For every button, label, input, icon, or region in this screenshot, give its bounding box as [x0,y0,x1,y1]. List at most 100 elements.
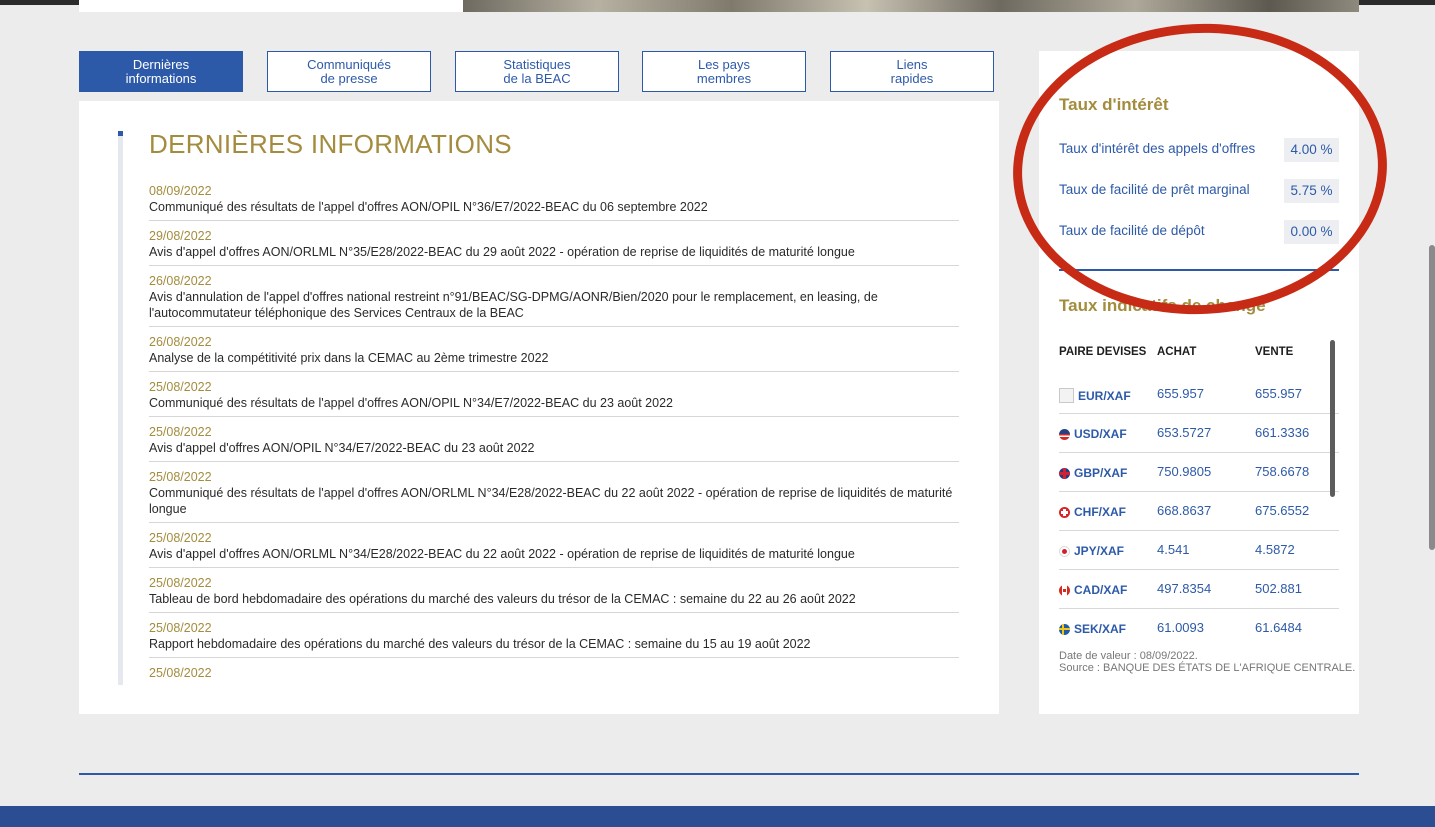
fx-pair-link[interactable]: SEK/XAF [1059,622,1126,636]
news-date: 29/08/2022 [149,229,212,243]
news-date: 26/08/2022 [149,335,212,349]
news-item[interactable]: 25/08/2022 Rapport hebdomadaire des opér… [149,620,959,658]
fx-pair-label: EUR/XAF [1078,388,1131,403]
news-scroll-marker [118,131,123,136]
fx-buy-value: 61.0093 [1157,620,1204,635]
se-flag-icon [1059,623,1070,635]
news-date: 25/08/2022 [149,531,212,545]
news-item[interactable]: 25/08/2022 Avis d'appel d'offres AON/ORL… [149,530,959,568]
fx-pair-link[interactable]: JPY/XAF [1059,544,1124,558]
news-item[interactable]: 26/08/2022 Analyse de la compétitivité p… [149,334,959,372]
jp-flag-icon [1059,545,1070,557]
fx-pair-link[interactable]: CHF/XAF [1059,505,1126,519]
fx-row: USD/XAF 653.5727 661.3336 [1059,414,1339,453]
news-link[interactable]: Tableau de bord hebdomadaire des opérati… [149,591,959,607]
tab-pays-membres[interactable]: Les pays membres [642,51,806,92]
tab-liens-rapides[interactable]: Liens rapides [830,51,994,92]
tab-statistiques-beac[interactable]: Statistiques de la BEAC [455,51,619,92]
section-divider [1059,269,1339,271]
rate-label[interactable]: Taux d'intérêt des appels d'offres [1059,141,1255,156]
fx-row: CHF/XAF 668.8637 675.6552 [1059,492,1339,531]
news-date: 25/08/2022 [149,380,212,394]
rate-value: 0.00 % [1284,220,1339,244]
fx-sell-value: 661.3336 [1255,425,1310,440]
fx-col-buy-header: ACHAT [1157,346,1197,358]
fx-pair-link[interactable]: USD/XAF [1059,427,1127,441]
rate-label[interactable]: Taux de facilité de prêt marginal [1059,182,1250,197]
news-item[interactable]: 25/08/2022 Avis d'appel d'offres AON/OPI… [149,424,959,462]
fx-buy-value: 750.9805 [1157,464,1212,479]
news-link[interactable]: Communiqué des résultats de l'appel d'of… [149,395,959,411]
fx-buy-value: 668.8637 [1157,503,1212,518]
fx-col-pair-header: PAIRE DEVISES [1059,346,1147,358]
fx-sell-value: 4.5872 [1255,542,1295,557]
gb-flag-icon [1059,467,1070,479]
news-item[interactable]: 25/08/2022 Tableau de bord hebdomadaire … [149,575,959,613]
news-item[interactable]: 26/08/2022 Avis d'annulation de l'appel … [149,273,959,327]
fx-pair-link[interactable]: CAD/XAF [1059,583,1127,597]
interest-rates-heading: Taux d'intérêt [1059,95,1169,114]
fx-buy-value: 653.5727 [1157,425,1212,440]
rate-value: 4.00 % [1284,138,1339,162]
fx-pair-link[interactable]: EUR/XAF [1059,388,1131,403]
fx-pair-label: GBP/XAF [1074,466,1128,480]
news-link[interactable]: Avis d'appel d'offres AON/OPIL N°34/E7/2… [149,440,959,456]
page-footer [0,806,1435,827]
fx-rates-heading: Taux indicatifs de change [1059,296,1266,315]
footer-divider [79,773,1359,775]
news-item[interactable]: 25/08/2022 Communiqué des résultats de l… [149,469,959,523]
fx-sell-value: 655.957 [1255,386,1302,401]
tab-label-line1: Les pays [697,56,751,72]
news-item[interactable]: 25/08/2022 [149,665,959,686]
tab-communiques-de-presse[interactable]: Communiqués de presse [267,51,431,92]
news-link[interactable]: Avis d'appel d'offres AON/ORLML N°34/E28… [149,546,959,562]
tab-label-line1: Liens [896,56,928,72]
fx-pair-label: CAD/XAF [1074,583,1128,597]
news-link[interactable]: Avis d'annulation de l'appel d'offres na… [149,289,959,321]
fx-row: CAD/XAF 497.8354 502.881 [1059,570,1339,609]
news-date: 25/08/2022 [149,425,212,439]
news-link[interactable]: Analyse de la compétitivité prix dans la… [149,350,959,366]
news-link[interactable]: Avis d'appel d'offres AON/ORLML N°35/E28… [149,244,959,260]
fx-pair-label: USD/XAF [1074,427,1127,441]
rate-row-pret-marginal: Taux de facilité de prêt marginal 5.75 % [1059,179,1339,203]
news-link[interactable]: Rapport hebdomadaire des opérations du m… [149,636,959,652]
news-list: 08/09/2022 Communiqué des résultats de l… [149,183,959,693]
tab-dernieres-informations[interactable]: Dernières informations [79,51,243,92]
rates-sidebar: Taux d'intérêt Taux d'intérêt des appels… [1039,51,1359,714]
fx-buy-value: 497.8354 [1157,581,1212,596]
news-link[interactable]: Communiqué des résultats de l'appel d'of… [149,485,959,517]
fx-pair-label: JPY/XAF [1074,544,1125,558]
fx-value-date: Date de valeur : 08/09/2022. [1059,650,1198,662]
tab-label-line2: rapides [890,70,934,86]
tab-label-line1: Statistiques [503,56,571,72]
fx-sell-value: 61.6484 [1255,620,1302,635]
fx-table-scrollbar[interactable] [1330,340,1335,497]
us-flag-icon [1059,428,1070,440]
news-link[interactable]: Communiqué des résultats de l'appel d'of… [149,199,959,215]
news-item[interactable]: 25/08/2022 Communiqué des résultats de l… [149,379,959,417]
news-date: 25/08/2022 [149,666,212,680]
tab-label-line2: de presse [320,70,378,86]
fx-pair-label: CHF/XAF [1074,505,1126,519]
fx-row: EUR/XAF 655.957 655.957 [1059,375,1339,414]
news-date: 25/08/2022 [149,576,212,590]
rate-row-facilite-depot: Taux de facilité de dépôt 0.00 % [1059,220,1339,244]
fx-source: Source : BANQUE DES ÉTATS DE L'AFRIQUE C… [1059,662,1356,674]
fx-pair-link[interactable]: GBP/XAF [1059,466,1127,480]
tab-label-line2: informations [125,70,197,86]
fx-buy-value: 655.957 [1157,386,1204,401]
header-strip [79,0,463,12]
fx-buy-value: 4.541 [1157,542,1190,557]
rate-label[interactable]: Taux de facilité de dépôt [1059,223,1205,238]
news-date: 25/08/2022 [149,470,212,484]
fx-row: GBP/XAF 750.9805 758.6678 [1059,453,1339,492]
news-item[interactable]: 08/09/2022 Communiqué des résultats de l… [149,183,959,221]
news-item[interactable]: 29/08/2022 Avis d'appel d'offres AON/ORL… [149,228,959,266]
rate-row-appels-offres: Taux d'intérêt des appels d'offres 4.00 … [1059,138,1339,162]
ca-flag-icon [1059,584,1070,596]
tab-label-line1: Communiqués [307,56,391,72]
page-scrollbar[interactable] [1429,245,1435,550]
fx-row: JPY/XAF 4.541 4.5872 [1059,531,1339,570]
eu-flag-icon [1059,388,1074,403]
